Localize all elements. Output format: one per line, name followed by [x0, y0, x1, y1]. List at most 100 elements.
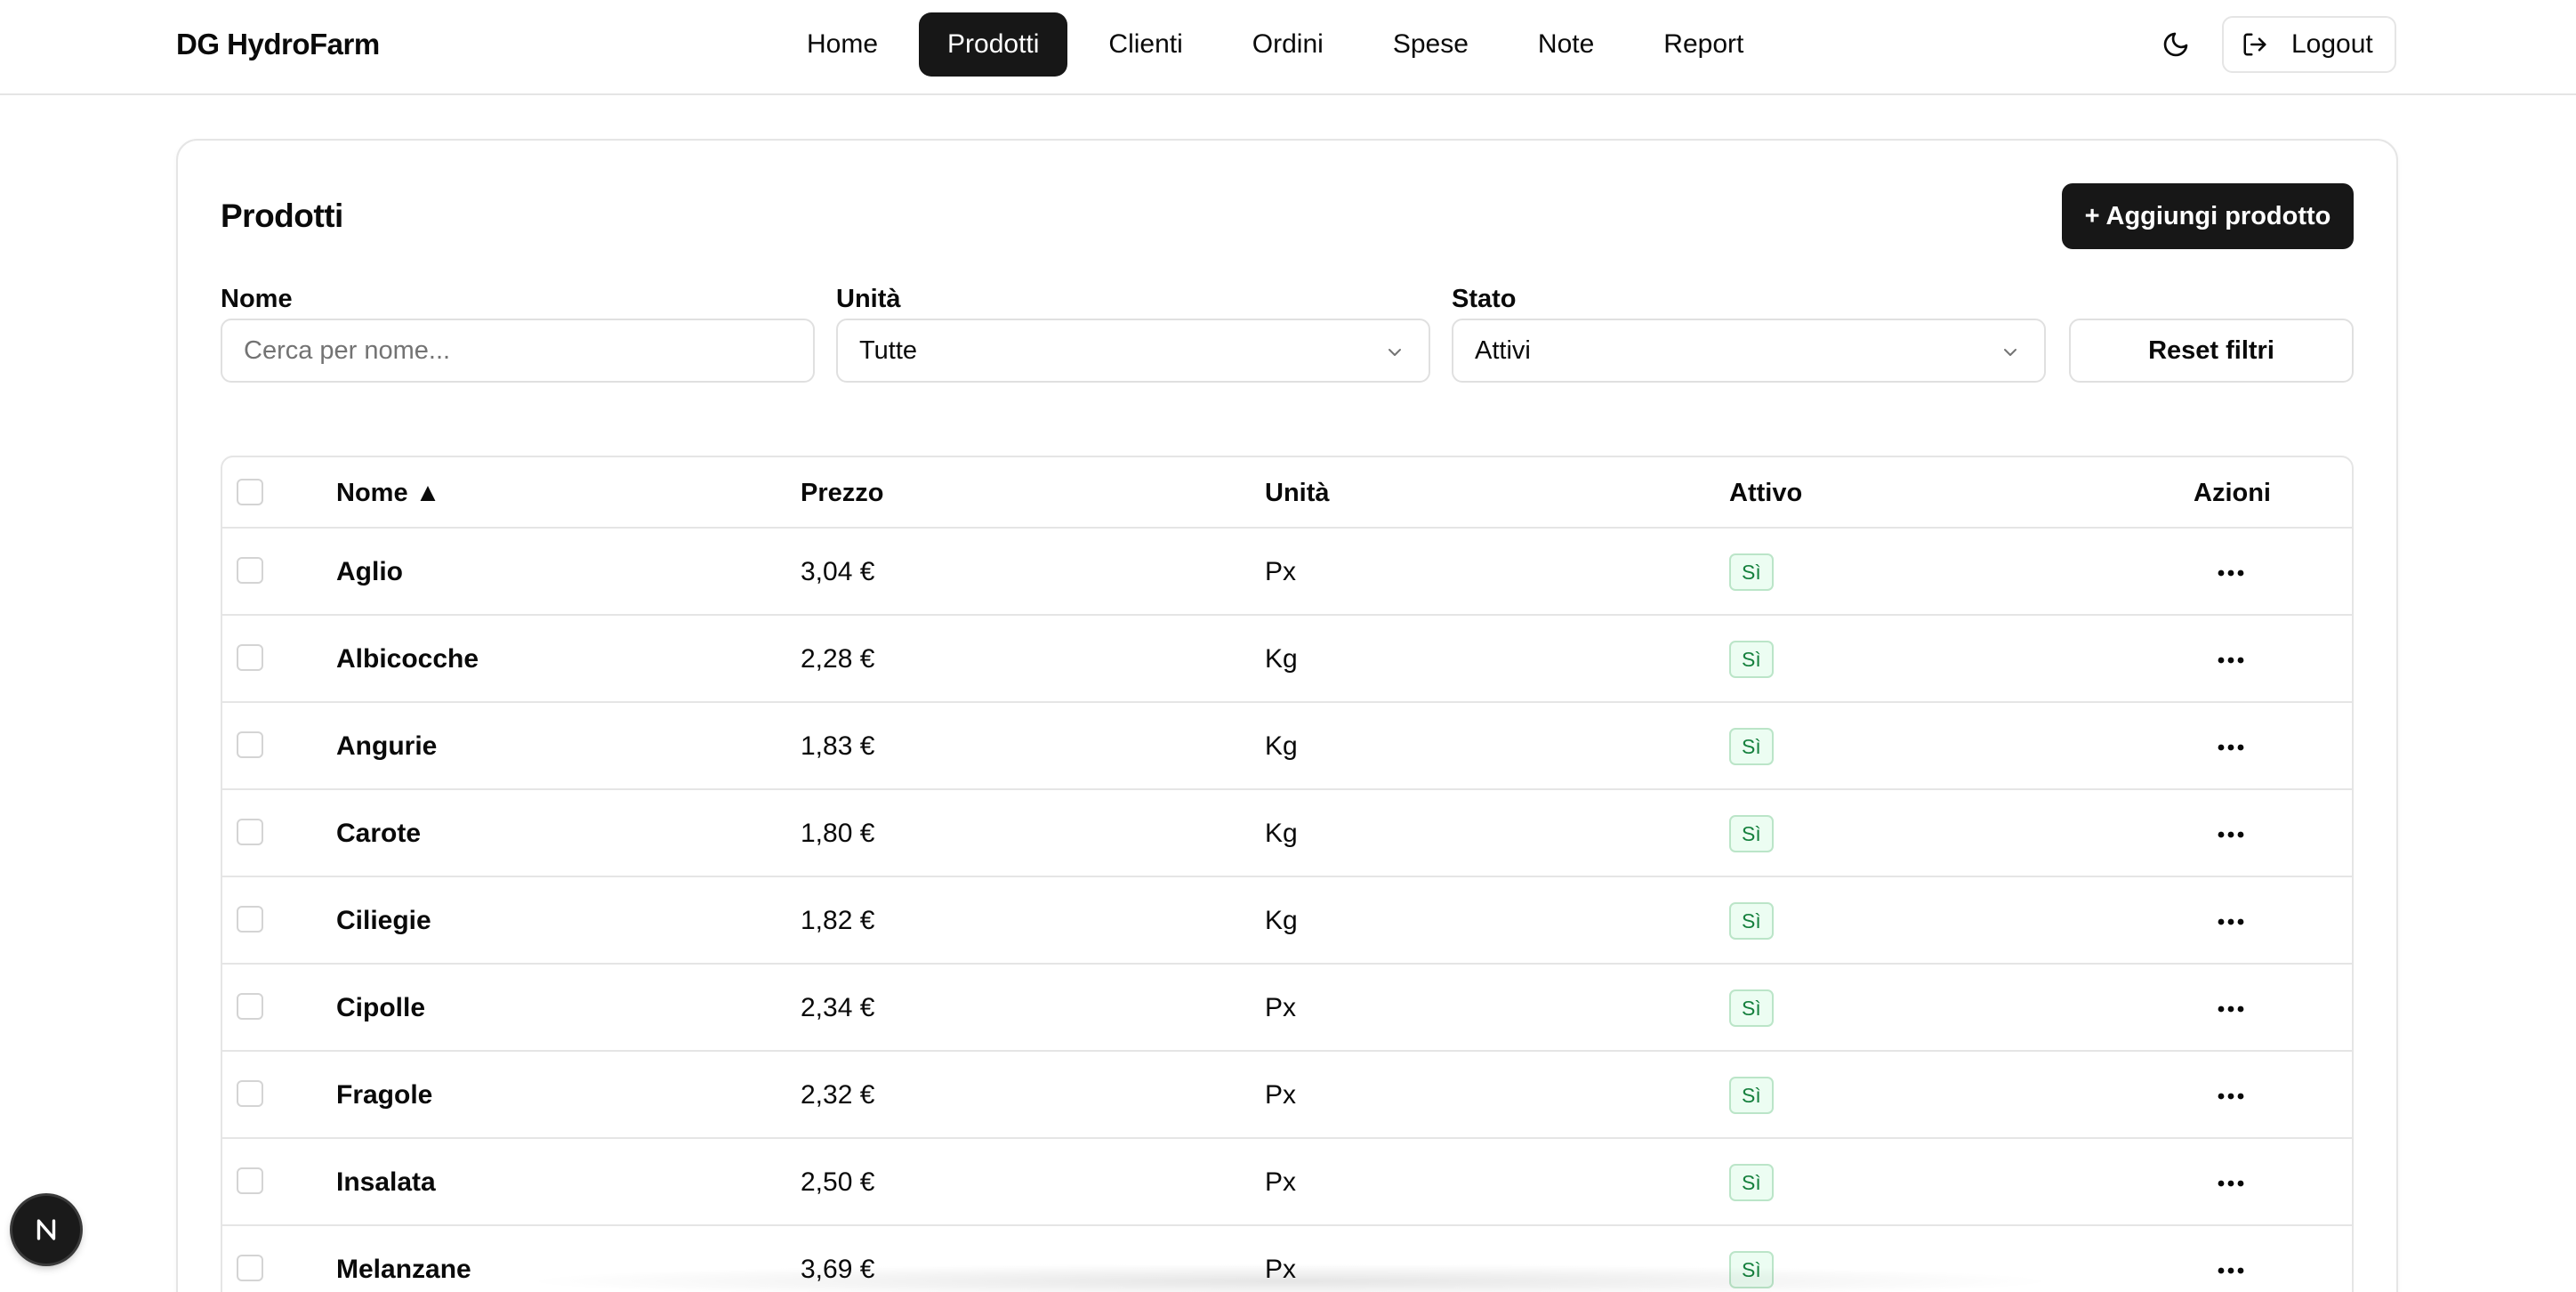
column-header-active[interactable]: Attivo — [1729, 457, 1802, 529]
table-row[interactable]: Aglio 3,04 € Px Sì — [222, 529, 2352, 616]
row-checkbox[interactable] — [237, 731, 263, 758]
bottom-shadow — [516, 1264, 2064, 1292]
product-price: 2,28 € — [801, 644, 875, 674]
select-all-checkbox[interactable] — [237, 479, 263, 505]
table-row[interactable]: Albicocche 2,28 € Kg Sì — [222, 616, 2352, 703]
product-price: 1,80 € — [801, 819, 875, 848]
products-card: Prodotti + Aggiungi prodotto Nome Cerca … — [176, 139, 2398, 1292]
product-unit: Px — [1265, 557, 1297, 586]
table-row[interactable]: Cipolle 2,34 € Px Sì — [222, 965, 2352, 1052]
table-row[interactable]: Angurie 1,83 € Kg Sì — [222, 703, 2352, 790]
column-header-price[interactable]: Prezzo — [801, 457, 883, 529]
row-checkbox[interactable] — [237, 993, 263, 1020]
nav-report[interactable]: Report — [1635, 12, 1772, 77]
name-search-placeholder: Cerca per nome... — [244, 335, 451, 365]
product-unit: Kg — [1265, 819, 1298, 848]
product-price: 2,34 € — [801, 993, 875, 1022]
product-name: Melanzane — [336, 1255, 471, 1284]
logout-label: Logout — [2291, 29, 2373, 59]
table-row[interactable]: Ciliegie 1,82 € Kg Sì — [222, 877, 2352, 965]
column-header-name[interactable]: Nome ▲ — [336, 457, 440, 529]
unit-filter-label: Unità — [836, 285, 901, 313]
product-name: Fragole — [336, 1080, 433, 1110]
row-actions-button[interactable] — [2213, 1078, 2249, 1114]
row-actions-button[interactable] — [2213, 991, 2249, 1027]
product-name: Angurie — [336, 731, 438, 761]
table-row[interactable]: Fragole 2,32 € Px Sì — [222, 1052, 2352, 1139]
chevron-down-icon — [1389, 349, 1401, 356]
row-checkbox[interactable] — [237, 644, 263, 671]
page-title: Prodotti — [221, 198, 343, 234]
row-actions-button[interactable] — [2213, 642, 2249, 678]
column-header-unit[interactable]: Unità — [1265, 457, 1330, 529]
active-status-badge: Sì — [1729, 728, 1774, 765]
more-horizontal-icon — [2218, 657, 2244, 664]
product-name: Ciliegie — [336, 906, 431, 935]
theme-toggle-button[interactable] — [2154, 21, 2197, 68]
status-filter-label: Stato — [1452, 285, 1517, 313]
row-actions-button[interactable] — [2213, 817, 2249, 852]
active-status-badge: Sì — [1729, 1077, 1774, 1114]
nav-spese[interactable]: Spese — [1364, 12, 1497, 77]
row-actions-button[interactable] — [2213, 730, 2249, 765]
nav-note[interactable]: Note — [1509, 12, 1622, 77]
product-price: 1,82 € — [801, 906, 875, 935]
row-checkbox[interactable] — [237, 819, 263, 845]
product-unit: Px — [1265, 993, 1297, 1022]
product-unit: Kg — [1265, 644, 1298, 674]
more-horizontal-icon — [2218, 1093, 2244, 1100]
active-status-badge: Sì — [1729, 1164, 1774, 1201]
logout-icon — [2243, 33, 2266, 56]
product-name: Albicocche — [336, 644, 479, 674]
table-row[interactable]: Insalata 2,50 € Px Sì — [222, 1139, 2352, 1226]
more-horizontal-icon — [2218, 1180, 2244, 1187]
table-row[interactable]: Carote 1,80 € Kg Sì — [222, 790, 2352, 877]
row-checkbox[interactable] — [237, 906, 263, 933]
status-select[interactable]: Attivi — [1452, 319, 2046, 383]
reset-filters-button[interactable]: Reset filtri — [2069, 319, 2354, 383]
row-actions-button[interactable] — [2213, 904, 2249, 940]
nextjs-dev-indicator[interactable] — [12, 1196, 80, 1264]
more-horizontal-icon — [2218, 744, 2244, 751]
unit-select[interactable]: Tutte — [836, 319, 1430, 383]
row-checkbox[interactable] — [237, 1080, 263, 1107]
active-status-badge: Sì — [1729, 989, 1774, 1027]
row-actions-button[interactable] — [2213, 555, 2249, 591]
products-table: Nome ▲ Prezzo Unità Attivo Azioni Aglio 3… — [221, 456, 2354, 1292]
nav-clienti[interactable]: Clienti — [1080, 12, 1211, 77]
product-price: 2,50 € — [801, 1167, 875, 1197]
more-horizontal-icon — [2218, 569, 2244, 577]
product-unit: Kg — [1265, 906, 1298, 935]
add-product-button[interactable]: + Aggiungi prodotto — [2062, 183, 2354, 249]
name-search-input[interactable]: Cerca per nome... — [221, 319, 815, 383]
product-price: 1,83 € — [801, 731, 875, 761]
product-unit: Px — [1265, 1080, 1297, 1110]
moon-icon — [2163, 32, 2188, 57]
product-unit: Px — [1265, 1167, 1297, 1197]
row-actions-button[interactable] — [2213, 1166, 2249, 1201]
row-checkbox[interactable] — [237, 1167, 263, 1194]
nav-prodotti[interactable]: Prodotti — [919, 12, 1068, 77]
product-price: 2,32 € — [801, 1080, 875, 1110]
unit-select-value: Tutte — [859, 335, 918, 365]
top-navbar: DG HydroFarm Home Prodotti Clienti Ordin… — [0, 0, 2576, 95]
table-header: Nome ▲ Prezzo Unità Attivo Azioni — [222, 457, 2352, 529]
nav-ordini[interactable]: Ordini — [1224, 12, 1352, 77]
row-checkbox[interactable] — [237, 1255, 263, 1281]
column-header-actions: Azioni — [2194, 478, 2271, 507]
status-select-value: Attivi — [1475, 335, 1531, 365]
row-actions-button[interactable] — [2213, 1253, 2249, 1288]
active-status-badge: Sì — [1729, 553, 1774, 591]
product-name: Cipolle — [336, 993, 426, 1022]
brand-logo[interactable]: DG HydroFarm — [176, 27, 380, 62]
n-logo-icon — [36, 1219, 56, 1240]
product-unit: Kg — [1265, 731, 1298, 761]
nav-home[interactable]: Home — [778, 12, 906, 77]
name-filter-label: Nome — [221, 285, 293, 313]
logout-button[interactable]: Logout — [2222, 16, 2396, 73]
more-horizontal-icon — [2218, 831, 2244, 838]
more-horizontal-icon — [2218, 918, 2244, 925]
chevron-down-icon — [2004, 349, 2017, 356]
row-checkbox[interactable] — [237, 557, 263, 584]
product-name: Insalata — [336, 1167, 436, 1197]
